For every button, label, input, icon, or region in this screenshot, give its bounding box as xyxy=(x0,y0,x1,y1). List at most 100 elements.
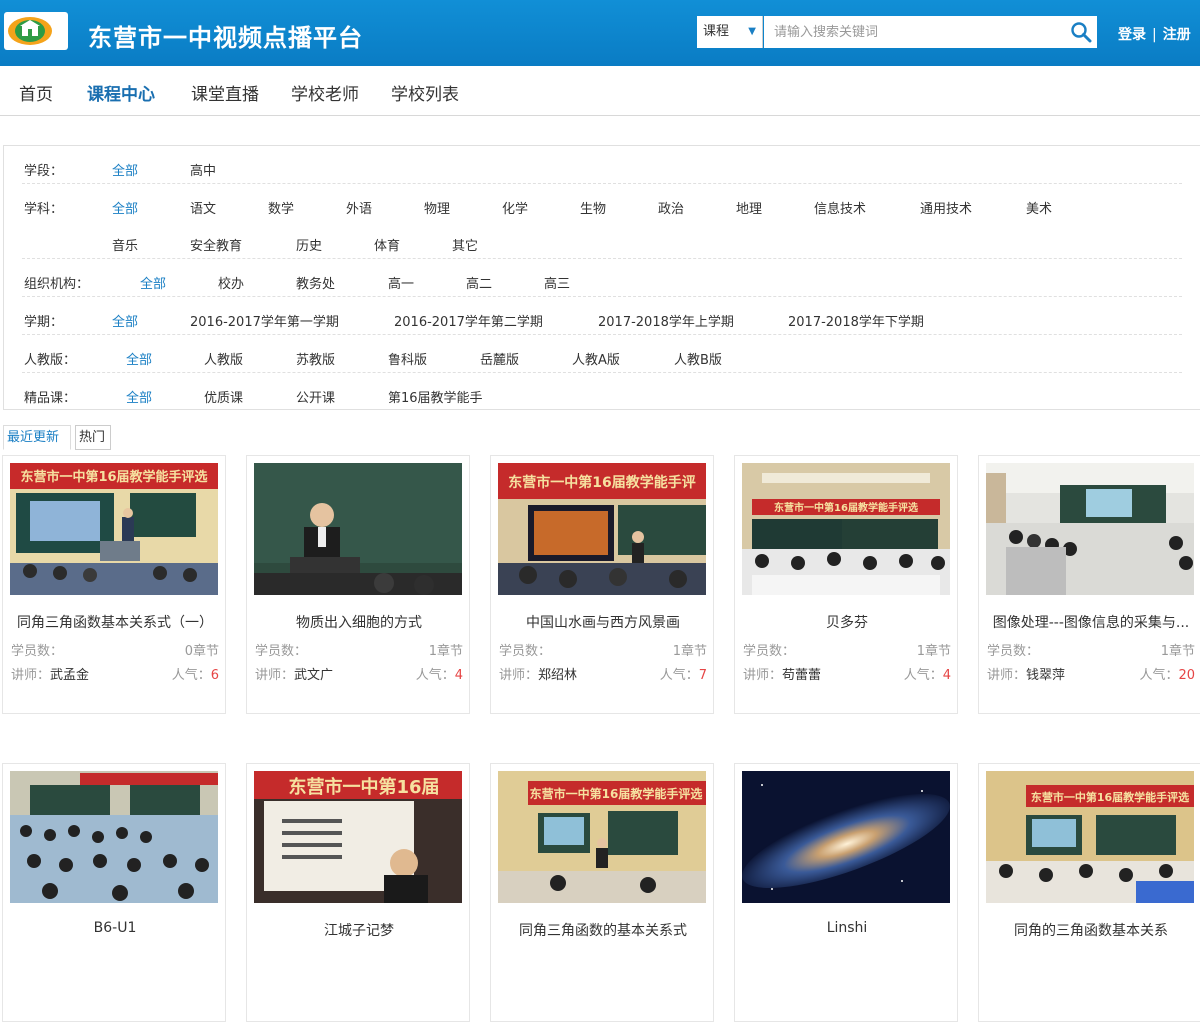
filter-option[interactable]: 地理 xyxy=(736,198,762,217)
filter-option[interactable]: 人教A版 xyxy=(572,349,620,368)
nav-course-center[interactable]: 课程中心 xyxy=(87,80,155,105)
course-thumbnail[interactable] xyxy=(254,463,462,595)
course-card[interactable]: 东营市一中第16届教学能手评选 同角的三角函数基本关系 xyxy=(978,763,1200,1022)
course-title[interactable]: 贝多芬 xyxy=(739,612,955,632)
course-title[interactable]: 同角的三角函数基本关系 xyxy=(983,920,1199,940)
course-thumbnail[interactable] xyxy=(742,771,950,903)
filter-option[interactable]: 化学 xyxy=(502,198,528,217)
course-title[interactable]: 同角三角函数基本关系式（一） xyxy=(7,612,223,632)
nav-live[interactable]: 课堂直播 xyxy=(191,80,259,105)
nav-teachers[interactable]: 学校老师 xyxy=(291,80,359,105)
course-card[interactable]: 东营市一中第16届教学能手评 中国山水画与西方风景画 学员数： 1章节 讲师：郑… xyxy=(490,455,714,714)
search-button[interactable] xyxy=(1066,16,1097,48)
filter-option[interactable]: 物理 xyxy=(424,198,450,217)
course-thumbnail[interactable]: 东营市一中第16届 xyxy=(254,771,462,903)
filter-option[interactable]: 全部 xyxy=(112,311,138,330)
filter-option[interactable]: 2017-2018学年下学期 xyxy=(788,311,924,330)
filter-option[interactable]: 安全教育 xyxy=(190,235,242,254)
filter-option[interactable]: 通用技术 xyxy=(920,198,972,217)
search-input[interactable] xyxy=(764,16,1066,48)
search-type-select[interactable]: 课程 ▼ xyxy=(697,16,763,48)
filter-option[interactable]: 第16届教学能手 xyxy=(388,387,483,406)
filter-option[interactable]: 全部 xyxy=(112,198,138,217)
course-title[interactable]: B6-U1 xyxy=(7,920,223,936)
filter-option[interactable]: 高三 xyxy=(544,273,570,292)
course-card[interactable]: 东营市一中第16届教学能手评选 贝多芬 学员数： 1章节 讲师：苟蕾蕾 人气：4 xyxy=(734,455,958,714)
filter-label: 精品课： xyxy=(24,391,77,406)
course-card[interactable]: 图像处理---图像信息的采集与... 学员数： 1章节 讲师：钱翠萍 人气：20 xyxy=(978,455,1200,714)
popularity-value: 4 xyxy=(942,668,951,683)
login-link[interactable]: 登录 xyxy=(1118,24,1146,44)
course-card[interactable]: 东营市一中第16届教学能手评选 同角三角函数的基本关系式 xyxy=(490,763,714,1022)
banner-text: 东营市一中第16届 xyxy=(288,776,439,798)
filter-option[interactable]: 人教B版 xyxy=(674,349,722,368)
course-teacher-row: 讲师：武孟金 人气：6 xyxy=(11,664,219,683)
top-header: 东营市一中视频点播平台 课程 ▼ 登录 | 注册 xyxy=(0,0,1200,66)
course-card[interactable]: 东营市一中第16届教学能手评选 同角三角函数基本关系式（一） 学员数： 0章节 … xyxy=(2,455,226,714)
course-title[interactable]: Linshi xyxy=(739,920,955,936)
tab-hot[interactable]: 热门 xyxy=(75,425,111,450)
course-card[interactable]: 物质出入细胞的方式 学员数： 1章节 讲师：武文广 人气：4 xyxy=(246,455,470,714)
filter-option[interactable]: 苏教版 xyxy=(296,349,335,368)
filter-option[interactable]: 高中 xyxy=(190,160,216,179)
filter-option[interactable]: 生物 xyxy=(580,198,606,217)
filter-option[interactable]: 外语 xyxy=(346,198,372,217)
course-title[interactable]: 江城子记梦 xyxy=(251,920,467,940)
filter-option[interactable]: 全部 xyxy=(112,160,138,179)
filter-option[interactable]: 2016-2017学年第二学期 xyxy=(394,311,543,330)
course-title[interactable]: 图像处理---图像信息的采集与... xyxy=(983,612,1199,632)
course-thumbnail[interactable]: 东营市一中第16届教学能手评选 xyxy=(10,463,218,595)
filter-option[interactable]: 人教版 xyxy=(204,349,243,368)
filter-option[interactable]: 音乐 xyxy=(112,235,138,254)
teacher-name: 郑绍林 xyxy=(538,668,578,683)
filter-option[interactable]: 全部 xyxy=(126,349,152,368)
course-thumbnail[interactable]: 东营市一中第16届教学能手评 xyxy=(498,463,706,595)
filter-option[interactable]: 全部 xyxy=(126,387,152,406)
filter-option[interactable]: 政治 xyxy=(658,198,684,217)
course-title[interactable]: 同角三角函数的基本关系式 xyxy=(495,920,711,940)
school-logo[interactable] xyxy=(4,12,68,50)
course-thumbnail[interactable]: 东营市一中第16届教学能手评选 xyxy=(498,771,706,903)
course-thumbnail[interactable] xyxy=(10,771,218,903)
filter-option[interactable]: 校办 xyxy=(218,273,244,292)
popularity-label: 人气： xyxy=(903,668,943,683)
filter-option[interactable]: 数学 xyxy=(268,198,294,217)
filter-option[interactable]: 公开课 xyxy=(296,387,335,406)
filter-option[interactable]: 历史 xyxy=(296,235,322,254)
course-card[interactable]: B6-U1 xyxy=(2,763,226,1022)
filter-option[interactable]: 信息技术 xyxy=(814,198,866,217)
course-thumbnail[interactable]: 东营市一中第16届教学能手评选 xyxy=(986,771,1194,903)
search-type-label: 课程 xyxy=(703,24,730,39)
course-card[interactable]: 东营市一中第16届 江城子记梦 xyxy=(246,763,470,1022)
filter-option[interactable]: 教务处 xyxy=(296,273,335,292)
filter-option[interactable]: 2017-2018学年上学期 xyxy=(598,311,734,330)
filter-option[interactable]: 其它 xyxy=(452,235,478,254)
filter-option[interactable]: 语文 xyxy=(190,198,216,217)
register-link[interactable]: 注册 xyxy=(1163,24,1191,44)
filter-option[interactable]: 鲁科版 xyxy=(388,349,427,368)
filter-option[interactable]: 优质课 xyxy=(204,387,243,406)
course-title[interactable]: 物质出入细胞的方式 xyxy=(251,612,467,632)
nav-schools[interactable]: 学校列表 xyxy=(391,80,459,105)
students-label: 学员数： xyxy=(11,644,64,659)
course-thumbnail[interactable] xyxy=(986,463,1194,595)
filter-option[interactable]: 高一 xyxy=(388,273,414,292)
banner-text: 东营市一中第16届教学能手评选 xyxy=(1031,790,1189,804)
filter-option[interactable]: 美术 xyxy=(1026,198,1052,217)
banner-text: 东营市一中第16届教学能手评选 xyxy=(20,469,207,485)
filter-option[interactable]: 岳麓版 xyxy=(480,349,519,368)
students-label: 学员数： xyxy=(987,644,1040,659)
filter-option[interactable]: 2016-2017学年第一学期 xyxy=(190,311,339,330)
tab-recent[interactable]: 最近更新 xyxy=(3,425,71,450)
popularity-value: 20 xyxy=(1178,668,1195,683)
course-card[interactable]: Linshi xyxy=(734,763,958,1022)
nav-home[interactable]: 首页 xyxy=(19,80,53,105)
course-title[interactable]: 中国山水画与西方风景画 xyxy=(495,612,711,632)
chapter-count: 1章节 xyxy=(1160,644,1195,659)
filter-option[interactable]: 高二 xyxy=(466,273,492,292)
popularity-value: 4 xyxy=(454,668,463,683)
filter-option[interactable]: 全部 xyxy=(140,273,166,292)
filter-option[interactable]: 体育 xyxy=(374,235,400,254)
course-students: 学员数： 1章节 xyxy=(987,640,1195,659)
course-thumbnail[interactable]: 东营市一中第16届教学能手评选 xyxy=(742,463,950,595)
